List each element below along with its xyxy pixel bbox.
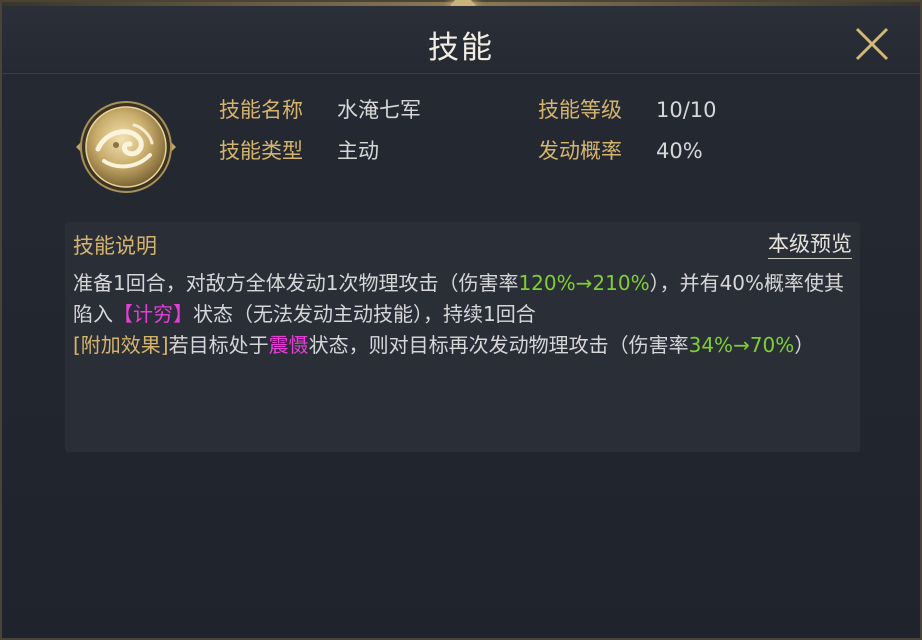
close-x-icon[interactable]: [854, 26, 890, 62]
desc-text-4: 若目标处于: [168, 333, 269, 357]
damage-rate-highlight: 120%→210%: [518, 271, 650, 295]
close-button[interactable]: [854, 26, 890, 62]
description-panel: 技能说明 本级预览 准备1回合，对敌方全体发动1次物理攻击（伤害率120%→21…: [65, 222, 860, 452]
status-zhenshe: 震慑: [268, 333, 309, 357]
description-text: 准备1回合，对敌方全体发动1次物理攻击（伤害率120%→210%），并有40%概…: [73, 268, 845, 361]
status-jiqiong: 【计穷】: [113, 302, 193, 326]
skill-level-label: 技能等级: [538, 98, 622, 122]
extra-effect-tag: [附加效果]: [73, 333, 169, 357]
desc-text-5: 状态，则对目标再次发动物理攻击（伤害率: [308, 333, 689, 357]
skill-dialog: 技能 技能名称 水淹七军 技能类型 主动 技能等级 10/10 发动概率 40%…: [0, 0, 922, 640]
level-preview-link[interactable]: 本级预览: [768, 230, 852, 259]
skill-info-left: 技能名称 水淹七军 技能类型 主动: [219, 95, 421, 177]
desc-text-3: 状态（无法发动主动技能），持续1回合: [193, 302, 536, 326]
skill-name-label: 技能名称: [219, 98, 303, 122]
extra-damage-rate-highlight: 34%→70%: [688, 333, 795, 357]
skill-chance-label: 发动概率: [538, 139, 622, 163]
skill-level-value: 10/10: [656, 98, 717, 122]
skill-name-row: 技能名称 水淹七军: [219, 95, 421, 136]
desc-text-6: ）: [794, 333, 815, 357]
skill-type-value: 主动: [337, 139, 379, 163]
skill-type-label: 技能类型: [219, 139, 303, 163]
desc-text-1: 准备1回合，对敌方全体发动1次物理攻击（伤害率: [73, 271, 519, 295]
skill-type-row: 技能类型 主动: [219, 136, 421, 177]
dialog-header: 技能: [2, 6, 920, 74]
description-title: 技能说明: [73, 234, 157, 258]
dialog-title: 技能: [428, 30, 494, 66]
skill-name-value: 水淹七军: [337, 98, 421, 122]
skill-chance-row: 发动概率 40%: [538, 136, 717, 177]
skill-info-right: 技能等级 10/10 发动概率 40%: [538, 95, 717, 177]
water-wave-skill-icon[interactable]: [76, 97, 176, 197]
skill-level-row: 技能等级 10/10: [538, 95, 717, 136]
skill-chance-value: 40%: [656, 139, 703, 163]
